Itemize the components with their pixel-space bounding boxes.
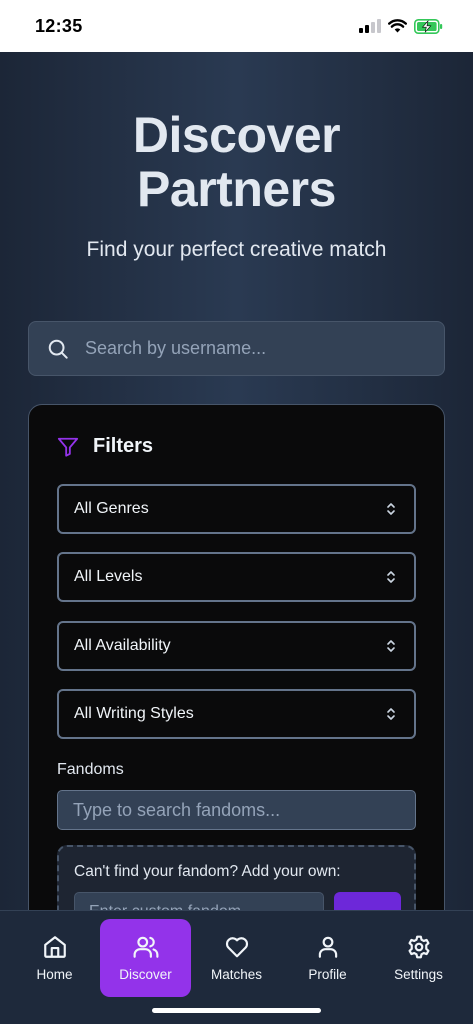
nav-item-settings[interactable]: Settings (373, 919, 464, 997)
page-title: Discover Partners (0, 108, 473, 216)
writing-style-select[interactable]: All Writing Styles (57, 689, 416, 739)
nav-item-discover[interactable]: Discover (100, 919, 191, 997)
discover-screen: Discover Partners Find your perfect crea… (0, 52, 473, 910)
status-bar: 12:35 (0, 0, 473, 52)
select-value: All Writing Styles (74, 705, 194, 722)
select-value: All Levels (74, 568, 143, 585)
nav-item-profile[interactable]: Profile (282, 919, 373, 997)
custom-fandom-title: Can't find your fandom? Add your own: (74, 863, 341, 880)
page-title-line2: Partners (137, 161, 336, 217)
chevron-updown-icon (387, 640, 395, 652)
nav-label: Matches (210, 967, 263, 982)
search-icon (48, 339, 68, 359)
filters-card: Filters All Genres All Levels All Availa… (28, 404, 445, 910)
page-title-line1: Discover (132, 107, 341, 163)
user-icon (318, 936, 337, 958)
home-indicator (152, 1008, 321, 1013)
select-value: All Availability (74, 637, 171, 654)
fandoms-label: Fandoms (57, 761, 124, 778)
search-input[interactable] (85, 338, 405, 359)
chevron-updown-icon (387, 708, 395, 720)
nav-item-home[interactable]: Home (9, 919, 100, 997)
cellular-signal-icon (359, 19, 381, 33)
users-icon (133, 936, 158, 958)
home-icon (43, 936, 66, 958)
level-select[interactable]: All Levels (57, 552, 416, 602)
custom-fandom-box: Can't find your fandom? Add your own: (57, 845, 416, 910)
wifi-icon (388, 19, 407, 33)
custom-fandom-input[interactable] (74, 892, 324, 910)
nav-item-matches[interactable]: Matches (191, 919, 282, 997)
page-subtitle: Find your perfect creative match (86, 238, 387, 261)
nav-label: Home (36, 967, 73, 982)
filters-header: Filters (57, 435, 153, 458)
status-icons (359, 18, 443, 34)
chevron-updown-icon (387, 503, 395, 515)
filters-title: Filters (93, 435, 154, 457)
chevron-updown-icon (387, 571, 395, 583)
heart-icon (225, 937, 248, 958)
nav-label: Discover (119, 967, 172, 982)
nav-label: Profile (308, 967, 347, 982)
search-bar[interactable] (28, 321, 445, 376)
add-fandom-button[interactable] (334, 892, 401, 910)
select-value: All Genres (74, 500, 149, 517)
gear-icon (407, 935, 430, 959)
fandom-search-input[interactable] (57, 790, 416, 830)
status-time: 12:35 (35, 15, 83, 36)
genre-select[interactable]: All Genres (57, 484, 416, 534)
nav-label: Settings (394, 967, 443, 982)
filter-icon (57, 437, 79, 457)
availability-select[interactable]: All Availability (57, 621, 416, 671)
bottom-nav: Home Discover Matches Profile Settings (0, 910, 473, 1024)
battery-charging-icon (414, 18, 443, 34)
